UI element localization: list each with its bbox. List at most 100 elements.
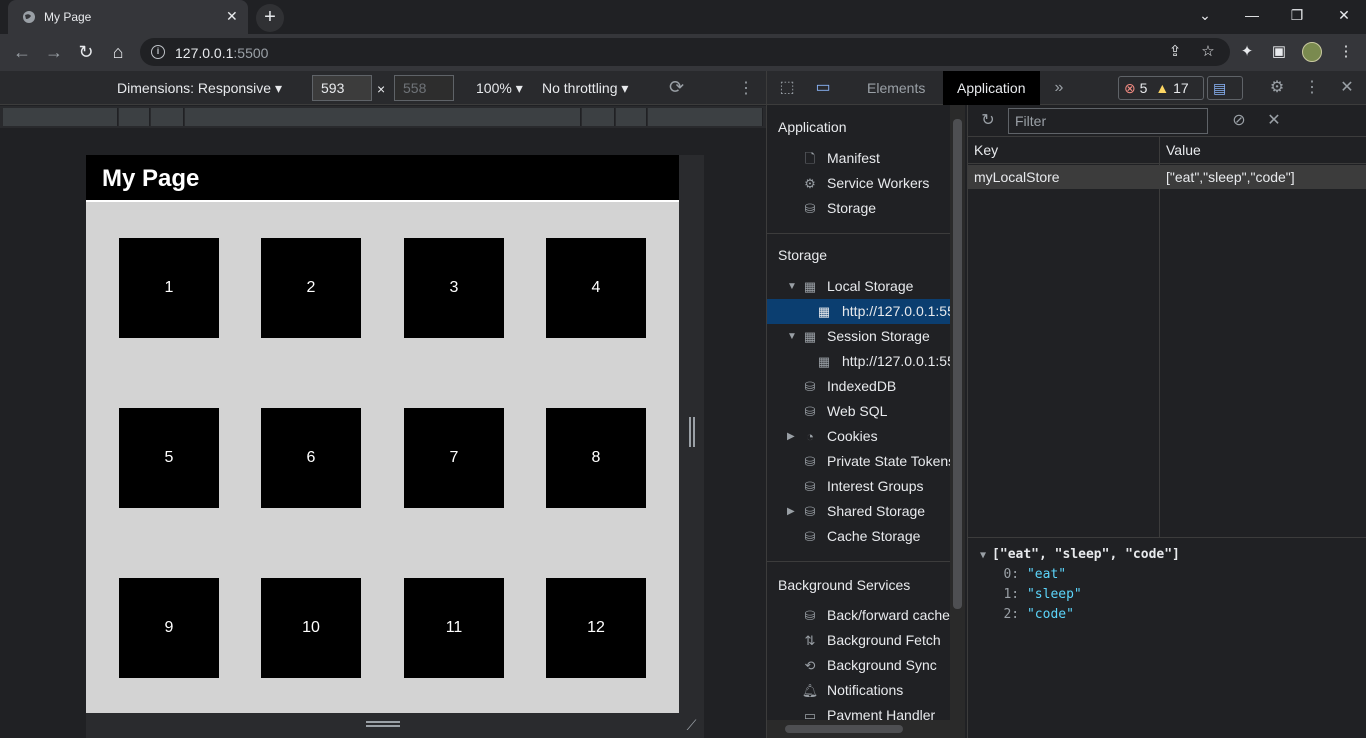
sidebar-item-indexeddb[interactable]: ⛁ IndexedDB bbox=[767, 374, 950, 399]
devtools-tabbar: ⬚ ▭ Elements Application » ⊗ 5 ▲ 17 ▤ 1 … bbox=[767, 71, 1366, 118]
sidebar-item-manifest[interactable]: 🗋 Manifest bbox=[767, 146, 950, 171]
throttling-dropdown[interactable]: No throttling ▾ bbox=[542, 80, 628, 97]
settings-gear-icon[interactable]: ⚙ bbox=[1267, 78, 1287, 98]
grid-box: 3 bbox=[404, 238, 504, 338]
sidebar-item-local-storage[interactable]: ▼ ▦ Local Storage bbox=[767, 274, 950, 299]
column-header-key[interactable]: Key bbox=[968, 137, 1159, 164]
delete-selected-icon[interactable]: ✕ bbox=[1264, 111, 1284, 131]
resize-corner-icon[interactable]: ⟋ bbox=[679, 713, 704, 738]
grid-box: 7 bbox=[404, 408, 504, 508]
collapse-arrow-icon: ▶ bbox=[787, 506, 795, 517]
collapse-arrow-icon: ▶ bbox=[787, 431, 795, 442]
sidebar-item-web-sql[interactable]: ⛁ Web SQL bbox=[767, 399, 950, 424]
grid-box: 9 bbox=[119, 578, 219, 678]
sidebar-item-session-storage-origin[interactable]: ▦http://127.0.0.1:5500 bbox=[767, 349, 950, 374]
preview-summary[interactable]: ▼ ["eat", "sleep", "code"] bbox=[980, 545, 1180, 565]
back-icon[interactable]: ← bbox=[10, 40, 34, 64]
browser-tab[interactable]: My Page ✕ bbox=[8, 0, 248, 34]
sidebar-item-interest-groups[interactable]: ⛁ Interest Groups bbox=[767, 474, 950, 499]
grid-box: 2 bbox=[261, 238, 361, 338]
home-icon[interactable]: ⌂ bbox=[106, 40, 130, 64]
column-header-value[interactable]: Value bbox=[1160, 137, 1366, 164]
sidebar-item-cache-storage[interactable]: ⛁ Cache Storage bbox=[767, 524, 950, 549]
tab-strip: My Page ✕ + ⌄ — ❐ ✕ bbox=[0, 0, 1366, 34]
table-cell-value[interactable]: ["eat","sleep","code"] bbox=[1160, 165, 1366, 189]
preview-item: 2: "code" bbox=[1003, 607, 1074, 622]
restore-icon[interactable]: ❐ bbox=[1285, 4, 1309, 28]
table-icon: ▦ bbox=[803, 279, 817, 294]
grid-box: 12 bbox=[546, 578, 646, 678]
table-cell-key[interactable]: myLocalStore bbox=[968, 165, 1159, 189]
value-preview: ▼ ["eat", "sleep", "code"] 0: "eat" 1: "… bbox=[980, 545, 1180, 625]
media-query-bar[interactable] bbox=[0, 106, 766, 128]
forward-icon[interactable]: → bbox=[42, 40, 66, 64]
more-options-icon[interactable]: ⋮ bbox=[738, 78, 754, 98]
devtools-panel: ⬚ ▭ Elements Application » ⊗ 5 ▲ 17 ▤ 1 … bbox=[766, 71, 1366, 738]
sidebar-item-local-storage-origin[interactable]: ▦http://127.0.0.1:5500 bbox=[767, 299, 950, 324]
warning-icon: ▲ bbox=[1155, 80, 1170, 96]
resize-handle-bottom[interactable] bbox=[86, 713, 679, 738]
error-count: 5 bbox=[1139, 80, 1148, 96]
clear-all-icon[interactable]: ⊘ bbox=[1229, 111, 1249, 131]
zoom-dropdown[interactable]: 100% ▾ bbox=[476, 80, 523, 97]
file-icon: 🗋 bbox=[804, 151, 816, 166]
close-tab-icon[interactable]: ✕ bbox=[226, 8, 238, 25]
extensions-icon[interactable]: ✦ bbox=[1237, 42, 1257, 62]
filter-input[interactable]: Filter bbox=[1008, 108, 1208, 134]
sidebar-item-back-forward-cache[interactable]: ⛁ Back/forward cache bbox=[767, 603, 950, 628]
resize-handle-right[interactable] bbox=[679, 155, 704, 713]
grid-box: 1 bbox=[119, 238, 219, 338]
menu-icon[interactable]: ⋮ bbox=[1336, 42, 1356, 62]
more-tabs-icon[interactable]: » bbox=[1049, 78, 1069, 98]
width-input[interactable]: 593 bbox=[312, 75, 372, 101]
address-bar[interactable]: i 127.0.0.1:5500 ⇪ ☆ bbox=[140, 38, 1230, 66]
device-toolbar: Dimensions: Responsive ▾ 593 × 558 100% … bbox=[0, 71, 766, 105]
height-input[interactable]: 558 bbox=[394, 75, 454, 101]
issues-counter[interactable]: ⊗ 5 ▲ 17 bbox=[1118, 76, 1204, 100]
url-text: 127.0.0.1:5500 bbox=[175, 45, 269, 61]
sidebar-item-notifications[interactable]: 🔔︎ Notifications bbox=[767, 678, 950, 703]
inspect-element-icon[interactable]: ⬚ bbox=[777, 78, 797, 98]
fetch-arrows-icon: ⇅ bbox=[804, 633, 816, 648]
sidebar-item-background-fetch[interactable]: ⇅ Background Fetch bbox=[767, 628, 950, 653]
reload-icon[interactable]: ↻ bbox=[74, 40, 98, 64]
grid-box: 4 bbox=[546, 238, 646, 338]
tab-elements[interactable]: Elements bbox=[853, 71, 939, 105]
device-toolbar-icon[interactable]: ▭ bbox=[813, 78, 833, 98]
page-header: My Page bbox=[86, 155, 679, 202]
database-icon: ⛁ bbox=[804, 454, 816, 469]
storage-toolbar: ↻ Filter ⊘ ✕ bbox=[968, 105, 1366, 137]
sidebar-item-shared-storage[interactable]: ▶ ⛁ Shared Storage bbox=[767, 499, 950, 524]
tab-search-icon[interactable]: ⌄ bbox=[1193, 4, 1217, 28]
sidebar-item-service-workers[interactable]: ⚙ Service Workers bbox=[767, 171, 950, 196]
grid-box: 10 bbox=[261, 578, 361, 678]
expand-arrow-icon: ▼ bbox=[787, 331, 797, 342]
sidebar-item-session-storage[interactable]: ▼ ▦ Session Storage bbox=[767, 324, 950, 349]
rotate-icon[interactable]: ⟳ bbox=[669, 77, 684, 98]
devtools-menu-icon[interactable]: ⋮ bbox=[1302, 78, 1322, 98]
sidebar-item-private-state-tokens[interactable]: ⛁ Private State Tokens bbox=[767, 449, 950, 474]
sidebar-item-cookies[interactable]: ▶ ◔ Cookies bbox=[767, 424, 950, 449]
refresh-icon[interactable]: ↻ bbox=[978, 111, 998, 131]
profile-avatar[interactable] bbox=[1302, 42, 1322, 62]
table-icon: ▦ bbox=[817, 304, 831, 319]
cookie-icon: ◔ bbox=[806, 429, 814, 444]
minimize-icon[interactable]: — bbox=[1240, 4, 1264, 28]
dimensions-dropdown[interactable]: Dimensions: Responsive ▾ bbox=[117, 80, 282, 97]
close-devtools-icon[interactable]: ✕ bbox=[1337, 78, 1357, 98]
messages-counter[interactable]: ▤ 1 bbox=[1207, 76, 1243, 118]
tab-application[interactable]: Application bbox=[943, 71, 1040, 105]
sidebar-item-background-sync[interactable]: ⟲ Background Sync bbox=[767, 653, 950, 678]
site-info-icon[interactable]: i bbox=[151, 45, 165, 59]
new-tab-button[interactable]: + bbox=[256, 4, 284, 32]
sidebar-hscroll-thumb[interactable] bbox=[785, 725, 903, 733]
table-icon: ▦ bbox=[817, 354, 831, 369]
sidebar-scroll-thumb[interactable] bbox=[953, 119, 962, 609]
side-panel-icon[interactable]: ▣ bbox=[1269, 42, 1289, 62]
sidebar-item-storage[interactable]: ⛁ Storage bbox=[767, 196, 950, 221]
bookmark-star-icon[interactable]: ☆ bbox=[1198, 42, 1218, 62]
section-application: Application bbox=[778, 119, 847, 135]
storage-view: ↻ Filter ⊘ ✕ Key Value myLocalStore ["ea… bbox=[967, 105, 1366, 738]
share-icon[interactable]: ⇪ bbox=[1165, 42, 1185, 62]
close-window-icon[interactable]: ✕ bbox=[1332, 4, 1356, 28]
